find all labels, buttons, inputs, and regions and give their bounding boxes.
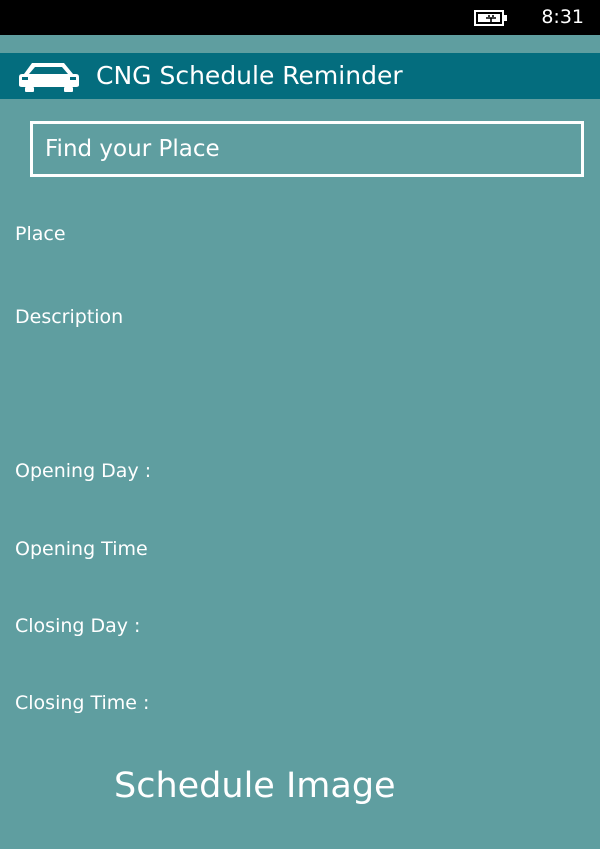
search-input[interactable] xyxy=(33,124,581,174)
closing-time-label: Closing Time : xyxy=(15,692,150,714)
schedule-image-button[interactable]: Schedule Image xyxy=(114,764,396,808)
battery-charging-icon xyxy=(474,10,508,26)
opening-time-label: Opening Time xyxy=(15,538,148,560)
closing-day-label: Closing Day : xyxy=(15,615,141,637)
search-box[interactable] xyxy=(30,121,584,177)
status-time: 8:31 xyxy=(541,6,584,28)
opening-day-label: Opening Day : xyxy=(15,460,152,482)
place-label: Place xyxy=(15,223,66,245)
car-icon xyxy=(18,60,80,92)
app-header: CNG Schedule Reminder xyxy=(0,53,600,99)
app-title: CNG Schedule Reminder xyxy=(96,61,403,90)
description-label: Description xyxy=(15,306,124,328)
status-bar: 8:31 xyxy=(0,0,600,35)
